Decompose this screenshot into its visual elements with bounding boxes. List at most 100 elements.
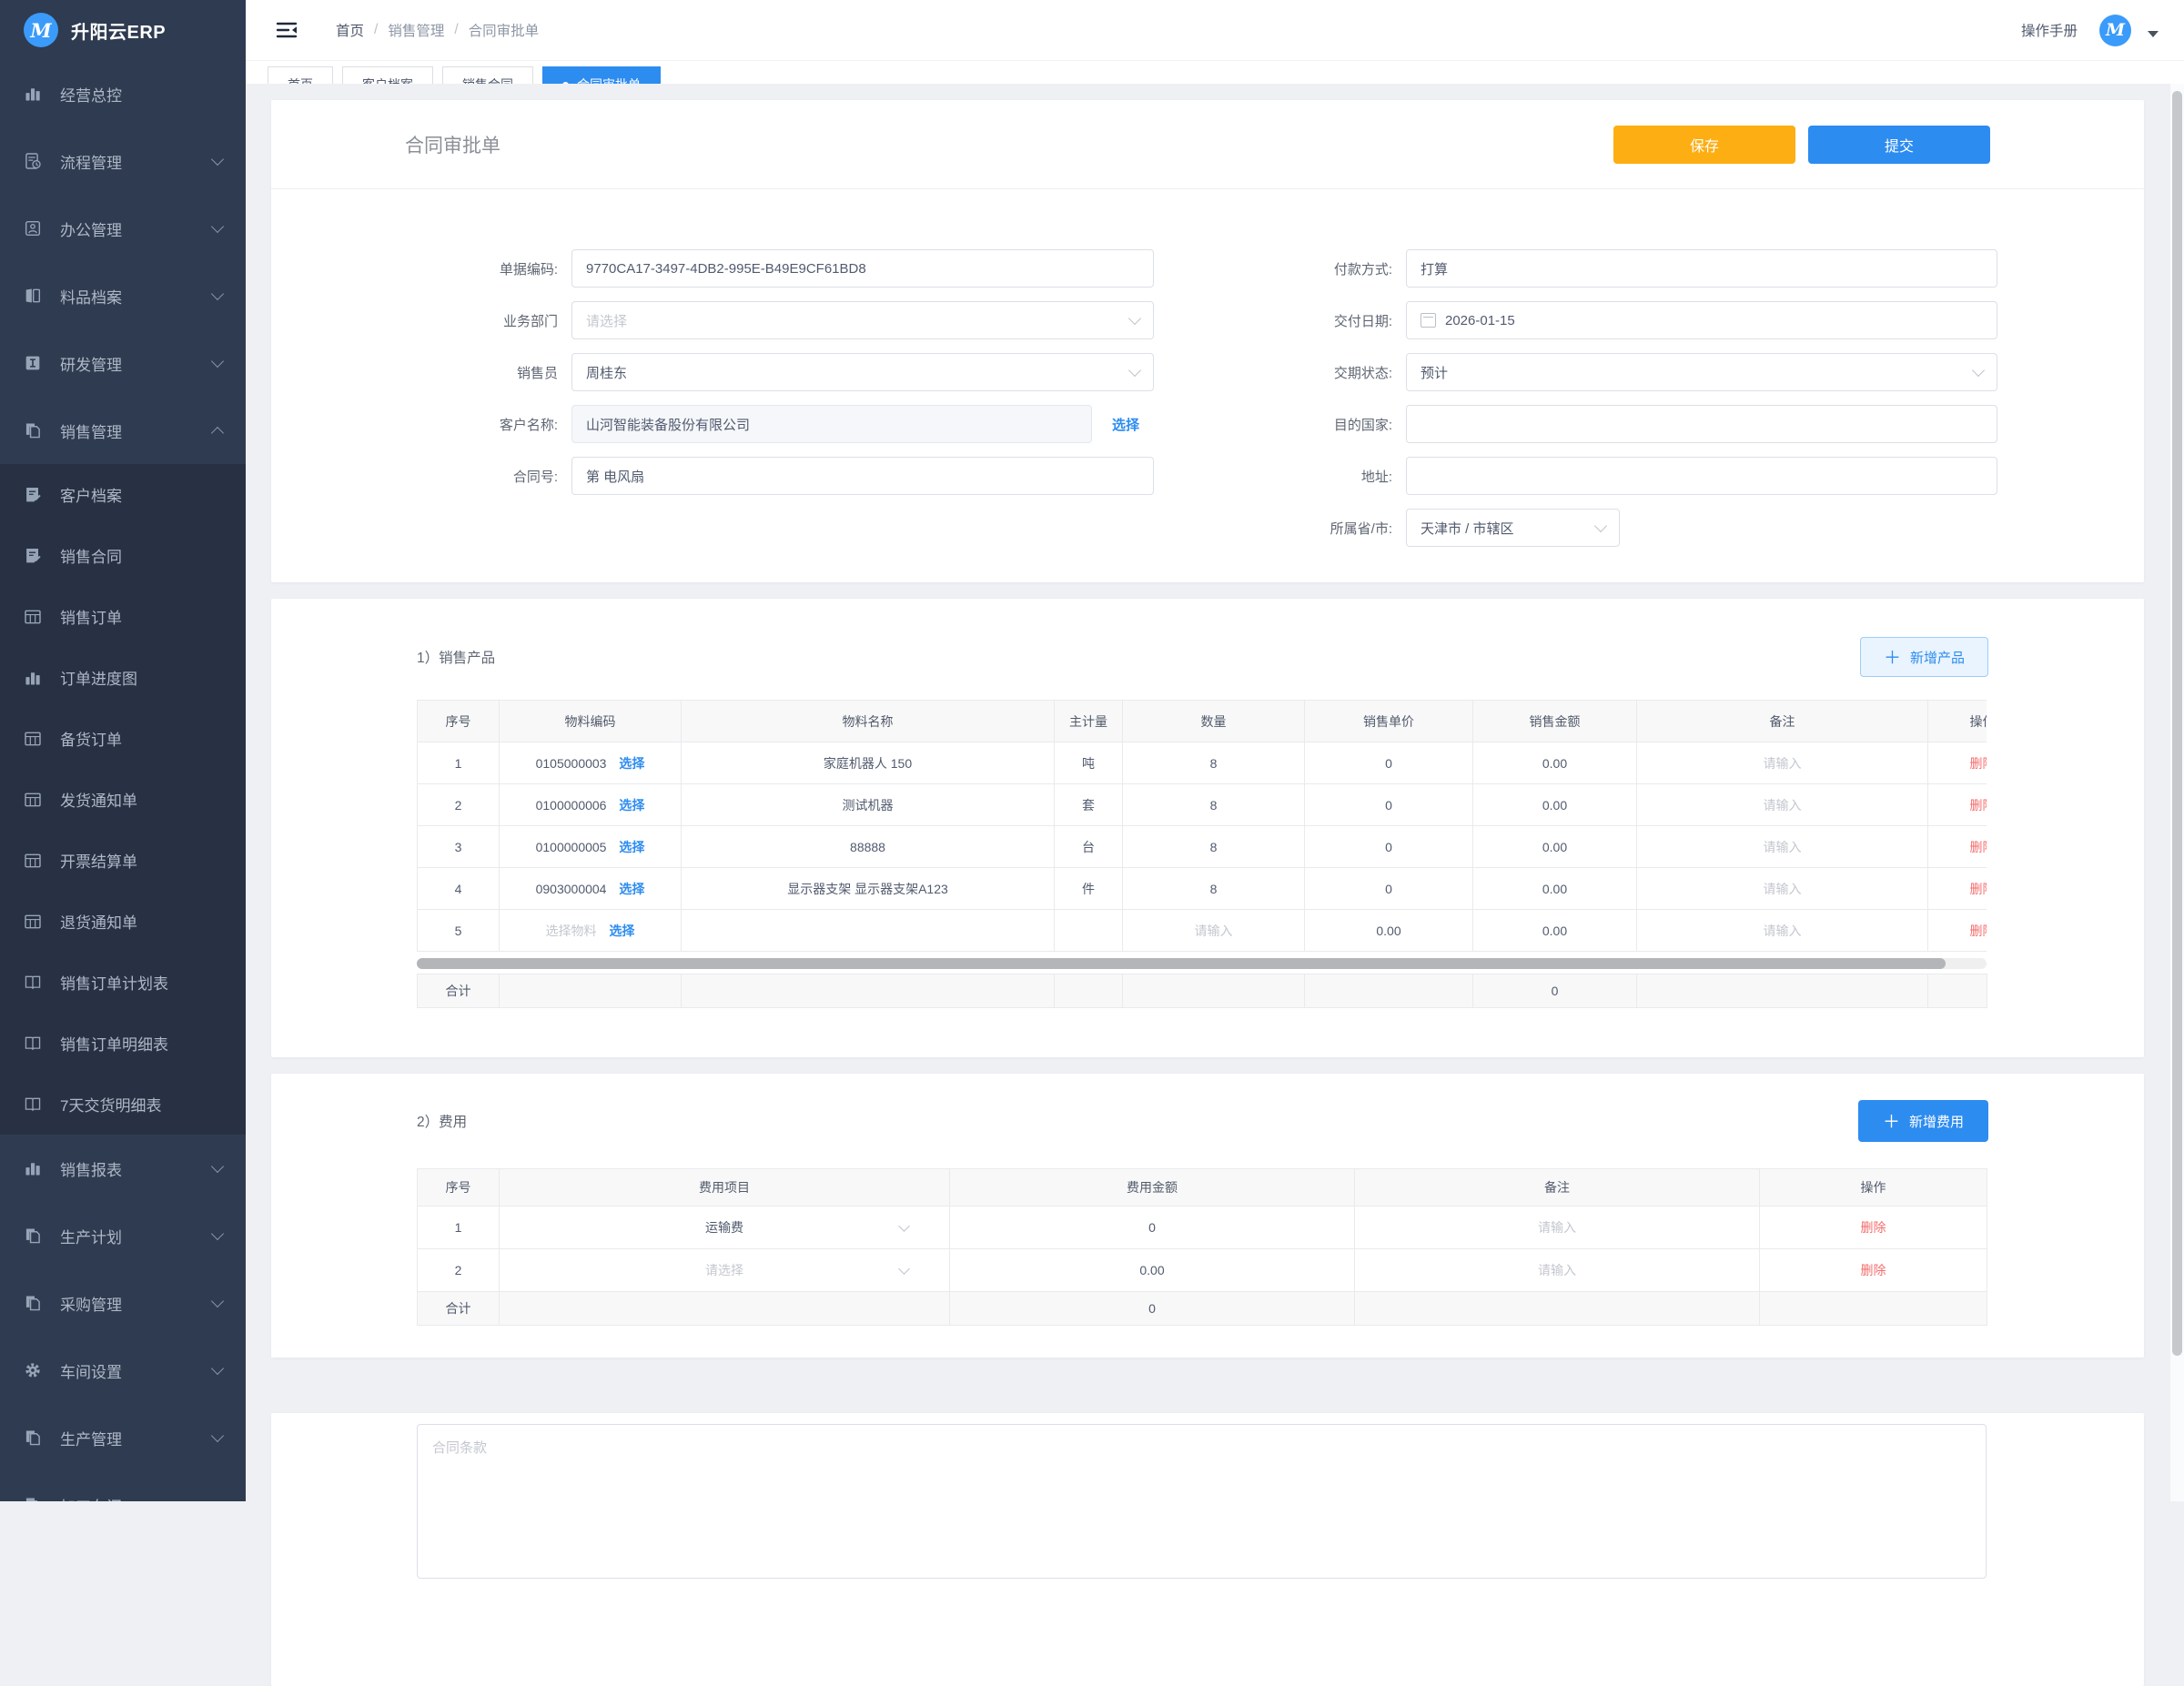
delete-link[interactable]: 删除 xyxy=(1970,924,1987,938)
fee-item-select[interactable]: 运输费 xyxy=(500,1206,950,1249)
add-product-button[interactable]: ＋ 新增产品 xyxy=(1860,637,1988,677)
field-control[interactable]: 周桂东 xyxy=(571,353,1154,391)
horizontal-scrollbar-thumb[interactable] xyxy=(417,958,1946,969)
choose-link[interactable]: 选择 xyxy=(1112,415,1139,434)
quantity-input[interactable]: 8 xyxy=(1123,742,1305,784)
field-control[interactable] xyxy=(1406,457,1997,495)
page-tab[interactable]: 合同审批单 xyxy=(542,66,661,85)
sidebar-item-label: 销售订单明细表 xyxy=(60,1032,168,1055)
select-material-link[interactable]: 选择 xyxy=(619,882,644,896)
fee-item-select[interactable]: 请选择 xyxy=(500,1249,950,1292)
sidebar-item[interactable]: 发货通知单 xyxy=(0,769,246,830)
avatar[interactable]: M xyxy=(2099,15,2131,46)
unit-price-input[interactable]: 0 xyxy=(1305,868,1473,910)
note-input[interactable]: 请输入 xyxy=(1637,910,1928,952)
material-code: 0105000003 xyxy=(536,756,607,771)
note-input[interactable]: 请输入 xyxy=(1355,1249,1760,1292)
sidebar-item[interactable]: 销售报表 xyxy=(0,1135,246,1202)
field-control[interactable] xyxy=(1406,405,1997,443)
sidebar-item[interactable]: 7天交货明细表 xyxy=(0,1074,246,1135)
page-tab[interactable]: 客户档案 xyxy=(342,66,433,85)
quantity-input[interactable]: 8 xyxy=(1123,868,1305,910)
unit-price-input[interactable]: 0 xyxy=(1305,826,1473,868)
add-fee-button[interactable]: ＋ 新增费用 xyxy=(1858,1100,1988,1142)
note-input[interactable]: 请输入 xyxy=(1355,1206,1760,1249)
quantity-input[interactable]: 8 xyxy=(1123,784,1305,826)
sidebar-item[interactable]: 订单进度图 xyxy=(0,647,246,708)
delete-link[interactable]: 删除 xyxy=(1970,798,1987,813)
sidebar-item[interactable]: 车间设置 xyxy=(0,1337,246,1404)
form-column-right: 付款方式: 打算 交付日期: xyxy=(1154,249,2144,560)
field-control[interactable]: 山河智能装备股份有限公司 xyxy=(571,405,1092,443)
copy-icon xyxy=(24,1496,42,1501)
app-logo[interactable]: M 升阳云ERP xyxy=(0,0,246,60)
fee-amount-input[interactable]: 0 xyxy=(950,1206,1355,1249)
sidebar-item[interactable]: 生产管理 xyxy=(0,1404,246,1471)
delete-link[interactable]: 删除 xyxy=(1970,840,1987,854)
note-input[interactable]: 请输入 xyxy=(1637,826,1928,868)
sidebar-item[interactable]: 备货订单 xyxy=(0,708,246,769)
fee-amount-input[interactable]: 0.00 xyxy=(950,1249,1355,1292)
save-button[interactable]: 保存 xyxy=(1613,126,1795,164)
sidebar-item[interactable]: 料品档案 xyxy=(0,262,246,329)
sidebar-item[interactable]: 销售订单计划表 xyxy=(0,952,246,1013)
unit-price-input[interactable]: 0 xyxy=(1305,742,1473,784)
quantity-input[interactable]: 8 xyxy=(1123,826,1305,868)
page-tab[interactable]: 首页 xyxy=(268,66,333,85)
field-control[interactable]: 2026-01-15 xyxy=(1406,301,1997,339)
delete-link[interactable]: 删除 xyxy=(1970,756,1987,771)
field-label: 所属省/市: xyxy=(1154,519,1406,538)
page-tab[interactable]: 销售合同 xyxy=(442,66,533,85)
field-control[interactable]: 第 电风扇 xyxy=(571,457,1154,495)
field-control[interactable]: 预计 xyxy=(1406,353,1997,391)
breadcrumb-sales[interactable]: 销售管理 xyxy=(388,20,444,40)
breadcrumb-home[interactable]: 首页 xyxy=(336,20,364,40)
unit-price-input[interactable]: 0 xyxy=(1305,784,1473,826)
note-input[interactable]: 请输入 xyxy=(1637,784,1928,826)
field-label: 交付日期: xyxy=(1154,311,1406,330)
unit-price-input[interactable]: 0.00 xyxy=(1305,910,1473,952)
select-material-link[interactable]: 选择 xyxy=(619,798,644,813)
sidebar-item[interactable]: 退货通知单 xyxy=(0,891,246,952)
action-cell: 删除 xyxy=(1928,826,1987,868)
field-control[interactable]: 9770CA17-3497-4DB2-995E-B49E9CF61BD8 xyxy=(571,249,1154,288)
plus-icon: ＋ xyxy=(1884,644,1901,669)
sidebar-item[interactable]: 经营总控 xyxy=(0,60,246,127)
quantity-input[interactable]: 请输入 xyxy=(1123,910,1305,952)
caret-down-icon[interactable] xyxy=(2148,31,2159,37)
form-field: 目的国家: xyxy=(1154,405,2144,443)
sidebar-item[interactable]: 采购管理 xyxy=(0,1269,246,1337)
delete-link[interactable]: 删除 xyxy=(1861,1263,1886,1277)
sidebar-item[interactable]: 销售订单明细表 xyxy=(0,1013,246,1074)
chevron-down-icon xyxy=(211,1159,224,1172)
field-control[interactable]: 请选择 xyxy=(571,301,1154,339)
sidebar-item[interactable]: 流程管理 xyxy=(0,127,246,195)
delete-link[interactable]: 删除 xyxy=(1970,882,1987,896)
manual-link[interactable]: 操作手册 xyxy=(2021,20,2078,40)
menu-fold-icon[interactable] xyxy=(276,19,299,41)
field-label: 交期状态: xyxy=(1154,363,1406,382)
sidebar-item[interactable]: 销售订单 xyxy=(0,586,246,647)
note-input[interactable]: 请输入 xyxy=(1637,868,1928,910)
note-input[interactable]: 请输入 xyxy=(1637,742,1928,784)
sidebar-item[interactable]: 生产计划 xyxy=(0,1202,246,1269)
field-control[interactable]: 天津市 / 市辖区 xyxy=(1406,509,1620,547)
column-header: 销售金额 xyxy=(1473,701,1637,742)
sidebar-item[interactable]: 客户档案 xyxy=(0,464,246,525)
sidebar-item[interactable]: 研发管理 xyxy=(0,329,246,397)
vertical-scrollbar-thumb[interactable] xyxy=(2172,91,2182,1356)
select-material-link[interactable]: 选择 xyxy=(609,924,634,938)
column-header: 费用金额 xyxy=(950,1169,1355,1206)
contract-terms-textarea[interactable]: 合同条款 xyxy=(417,1424,1987,1579)
delete-link[interactable]: 删除 xyxy=(1861,1220,1886,1235)
select-material-link[interactable]: 选择 xyxy=(619,840,644,854)
sidebar-item[interactable]: 开票结算单 xyxy=(0,830,246,891)
submit-button[interactable]: 提交 xyxy=(1808,126,1990,164)
materials-icon xyxy=(24,287,42,305)
field-control[interactable]: 打算 xyxy=(1406,249,1997,288)
select-material-link[interactable]: 选择 xyxy=(619,756,644,771)
sidebar-item[interactable]: 销售管理 xyxy=(0,397,246,464)
sidebar-item[interactable]: 加工车间 xyxy=(0,1471,246,1501)
sidebar-item[interactable]: 办公管理 xyxy=(0,195,246,262)
sidebar-item[interactable]: 销售合同 xyxy=(0,525,246,586)
